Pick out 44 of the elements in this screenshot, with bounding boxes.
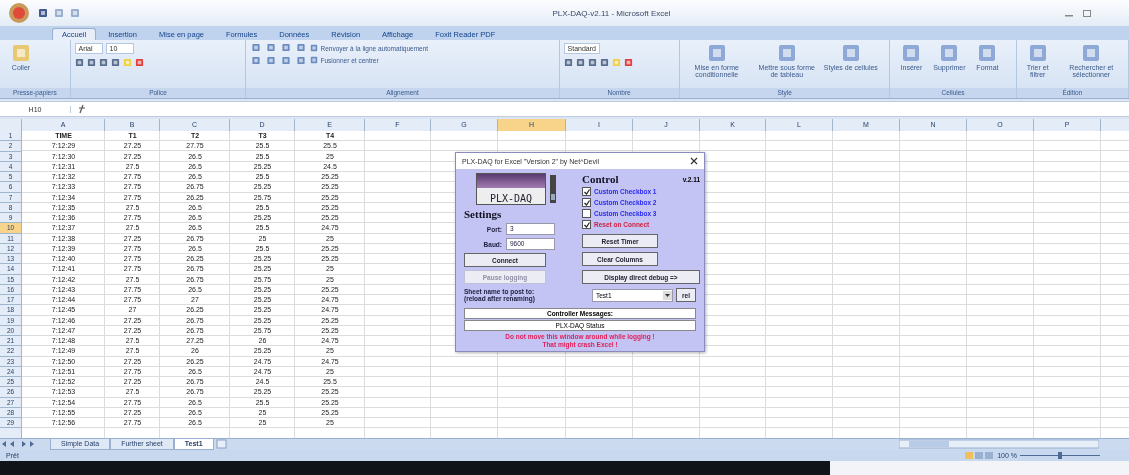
- align-icon[interactable]: [295, 56, 308, 65]
- close-icon[interactable]: [690, 157, 698, 165]
- checkbox[interactable]: [582, 187, 591, 196]
- align-icon[interactable]: [295, 43, 308, 52]
- view-icon[interactable]: [964, 451, 995, 460]
- format-icon[interactable]: [110, 58, 120, 67]
- format-icon[interactable]: [134, 58, 144, 67]
- format-icon[interactable]: [623, 58, 633, 67]
- ribbon-icon[interactable]: [901, 43, 922, 63]
- align-icon[interactable]: [265, 56, 278, 65]
- dropdown-arrow-icon[interactable]: [663, 290, 672, 300]
- ribbon-icon[interactable]: [310, 56, 319, 64]
- slider-thumb[interactable]: [1058, 452, 1062, 459]
- format-icon[interactable]: [587, 58, 597, 67]
- checkbox[interactable]: [582, 209, 591, 218]
- window-title: PLX-DAQ-v2.11 - Microsoft Excel: [551, 8, 672, 18]
- zoom-slider[interactable]: [1020, 451, 1100, 460]
- ribbon-icon[interactable]: [840, 43, 861, 63]
- ribbon-icon[interactable]: [977, 43, 998, 63]
- align-icon[interactable]: [265, 43, 278, 52]
- format-icon[interactable]: [563, 58, 573, 67]
- align-icon[interactable]: [250, 56, 263, 65]
- logo-banner: PLX-DAQ: [476, 173, 546, 205]
- align-icon[interactable]: [250, 43, 263, 52]
- maximize-icon[interactable]: [1081, 8, 1093, 18]
- ribbon-icon[interactable]: [1081, 43, 1102, 63]
- ribbon-icon[interactable]: [939, 43, 960, 63]
- ribbon-icon[interactable]: [706, 43, 727, 63]
- ribbon-icon[interactable]: [310, 44, 319, 52]
- format-icon[interactable]: [86, 58, 96, 67]
- align-icon[interactable]: [280, 56, 293, 65]
- ribbon-icon[interactable]: [1027, 43, 1048, 63]
- ribbon-icon[interactable]: [776, 43, 797, 63]
- align-icon[interactable]: [280, 43, 293, 52]
- section-heading: Control: [582, 173, 619, 185]
- checkbox[interactable]: [582, 198, 591, 207]
- format-icon[interactable]: [599, 58, 609, 67]
- format-icon[interactable]: [98, 58, 108, 67]
- office-button[interactable]: [6, 2, 32, 24]
- checkbox[interactable]: [582, 220, 591, 229]
- format-icon[interactable]: [575, 58, 585, 67]
- format-icon[interactable]: [74, 58, 84, 67]
- section-heading: Settings: [464, 208, 503, 220]
- new-sheet-icon[interactable]: [213, 439, 230, 449]
